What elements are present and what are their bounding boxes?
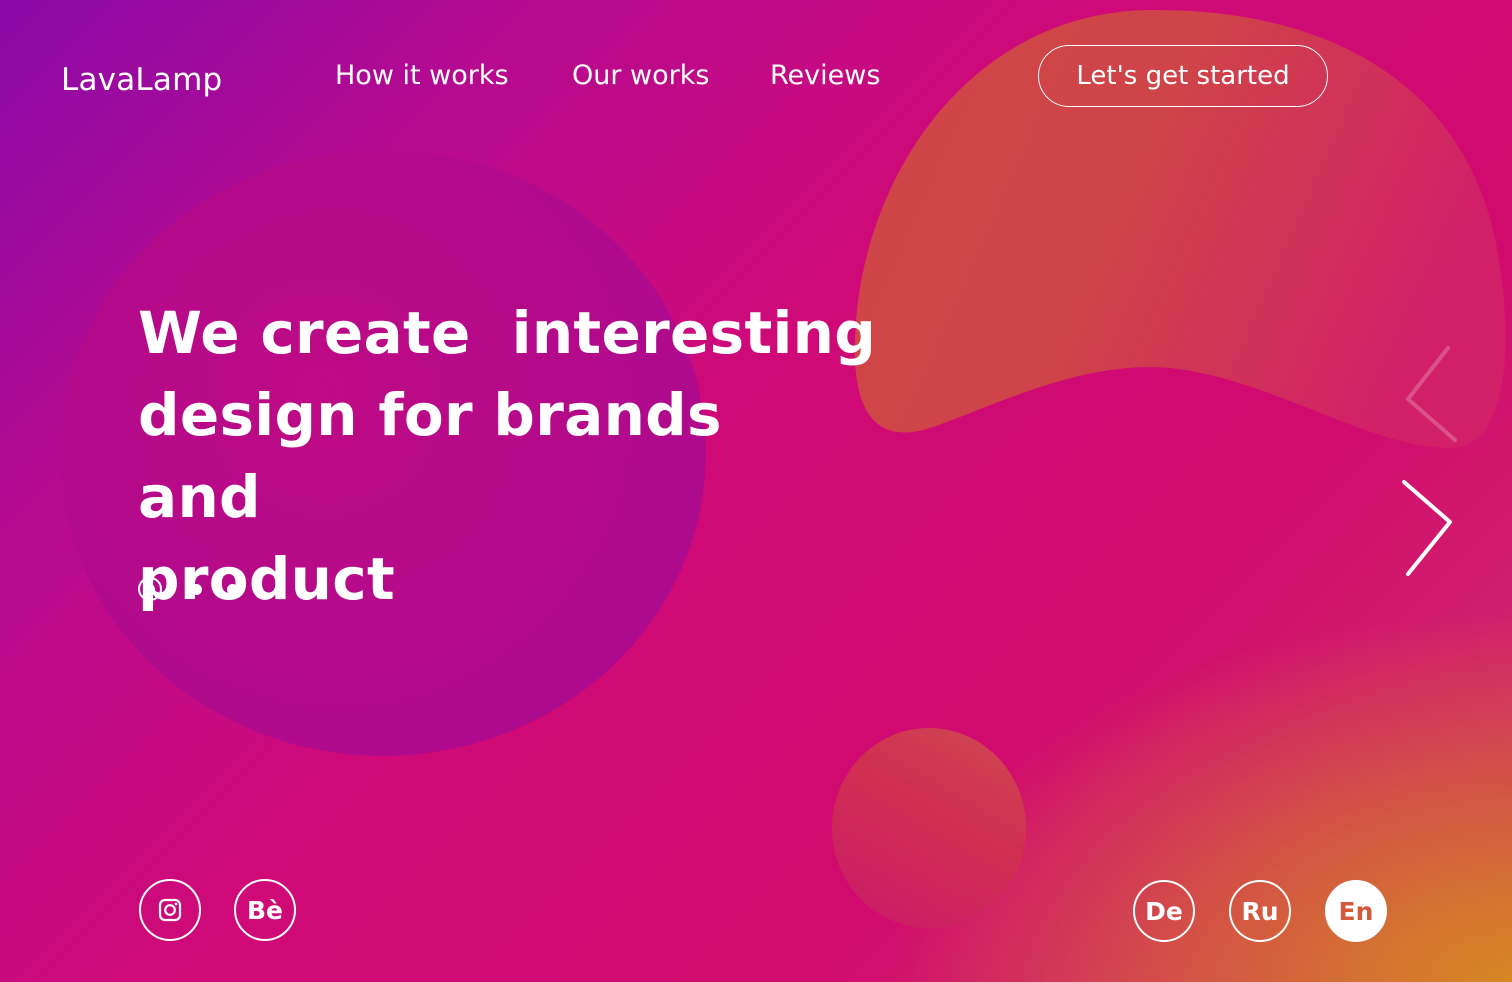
hero-title-line: design for brands and [138,381,722,531]
get-started-button[interactable]: Let's get started [1038,45,1328,107]
hero-title: We create interesting design for brands … [138,292,876,620]
behance-button[interactable]: Bè [234,879,296,941]
slider-dot-active[interactable] [138,577,162,601]
language-en-button[interactable]: En [1325,880,1387,942]
instagram-icon [158,898,182,922]
language-label: En [1338,896,1374,926]
nav-link-how-it-works[interactable]: How it works [335,60,509,91]
nav-link-our-works[interactable]: Our works [572,60,709,91]
nav-link-reviews[interactable]: Reviews [770,60,880,91]
slider-dot[interactable] [227,584,238,595]
hero-title-line: product [138,545,395,613]
slider-dot[interactable] [191,584,202,595]
background-blob-small [832,728,1026,928]
behance-icon: Bè [246,895,283,925]
language-label: Ru [1241,896,1279,926]
brand-logo[interactable]: LavaLamp [61,62,222,98]
hero-title-line: We create interesting [138,299,877,367]
chevron-right-icon[interactable] [1398,478,1458,578]
instagram-button[interactable] [139,879,201,941]
language-de-button[interactable]: De [1133,880,1195,942]
language-label: De [1145,896,1183,926]
language-ru-button[interactable]: Ru [1229,880,1291,942]
chevron-left-icon[interactable] [1398,344,1458,444]
